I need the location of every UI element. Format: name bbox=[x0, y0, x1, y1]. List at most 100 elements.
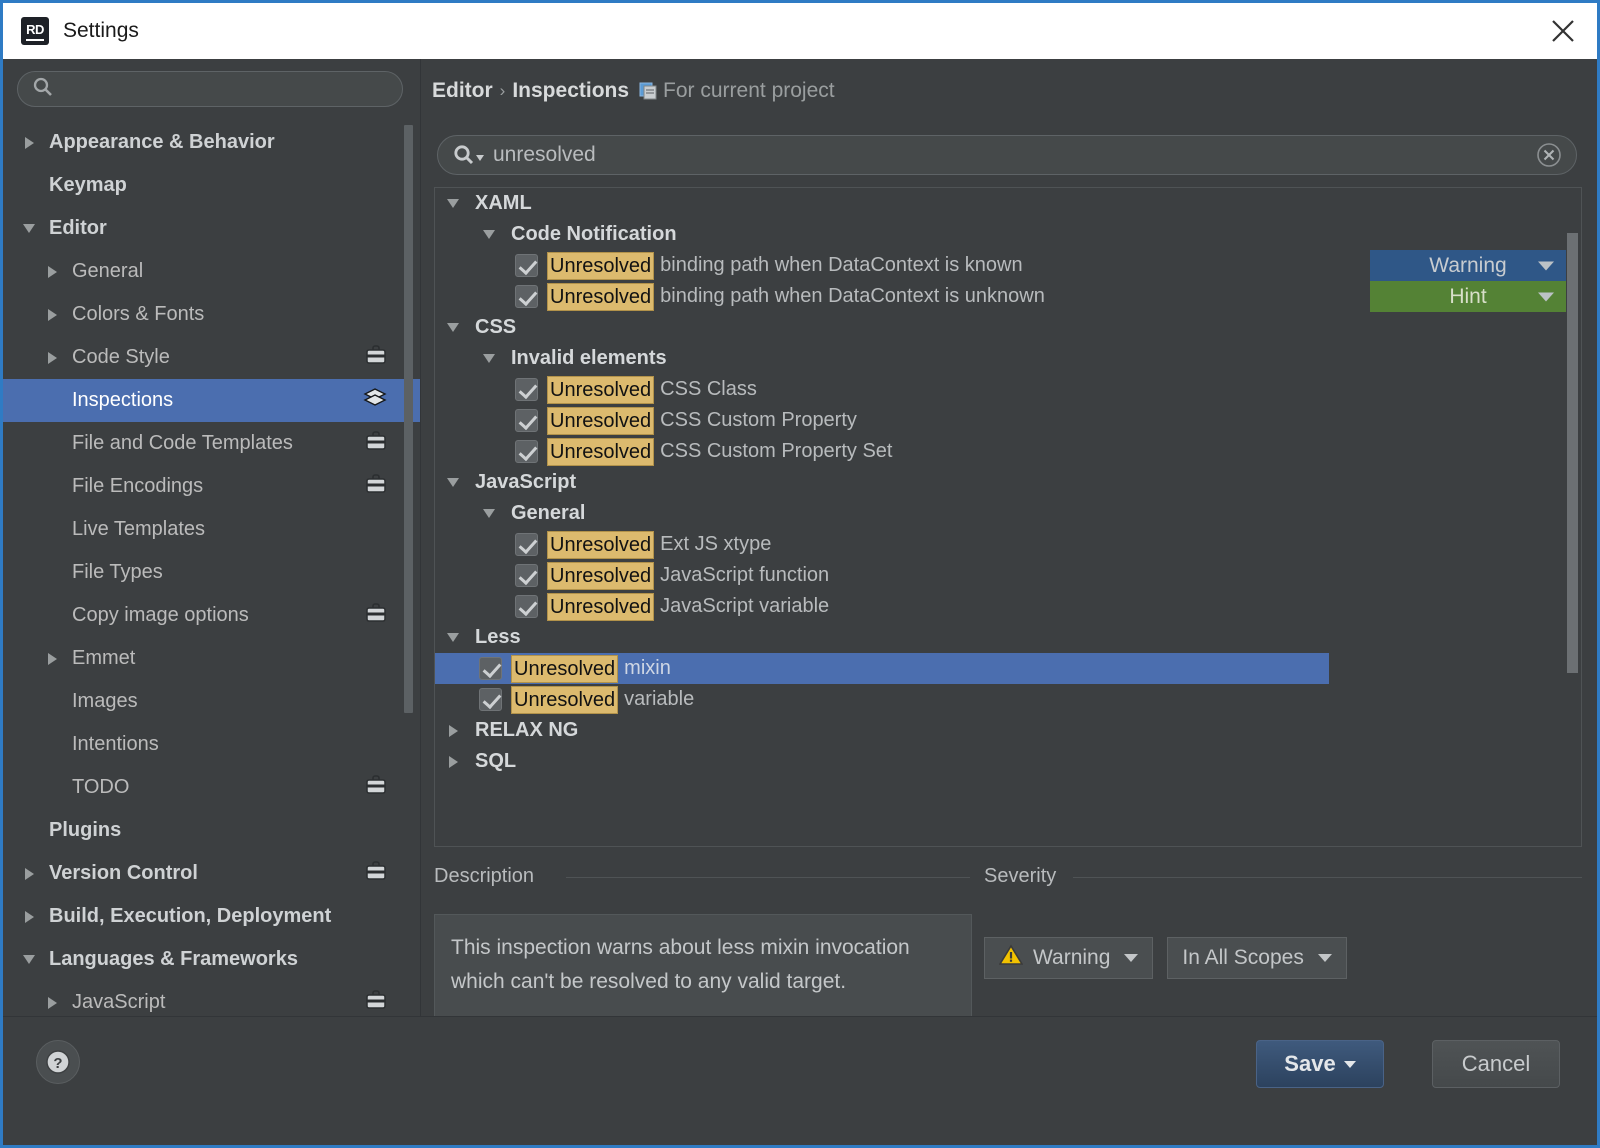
sidebar-item-version-control[interactable]: Version Control bbox=[3, 852, 421, 895]
tree-group-label: Invalid elements bbox=[511, 347, 667, 369]
inspection-search-box[interactable]: unresolved bbox=[437, 135, 1577, 175]
sidebar-item-label: Images bbox=[72, 690, 138, 712]
chevron-down-icon[interactable] bbox=[443, 323, 463, 332]
inspection-checkbox[interactable] bbox=[515, 564, 538, 587]
sidebar-item-plugins[interactable]: Plugins bbox=[3, 809, 421, 852]
cancel-button[interactable]: Cancel bbox=[1432, 1040, 1560, 1088]
search-match-highlight: Unresolved bbox=[547, 375, 655, 404]
sidebar-item-appearance-behavior[interactable]: Appearance & Behavior bbox=[3, 121, 421, 164]
tree-scrollbar-thumb[interactable] bbox=[1567, 233, 1578, 673]
severity-level-dropdown[interactable]: Warning bbox=[984, 937, 1154, 979]
tree-inspection-row[interactable]: Unresolved binding path when DataContext … bbox=[435, 281, 1581, 312]
tree-group-row[interactable]: General bbox=[435, 498, 1581, 529]
chevron-down-icon[interactable] bbox=[443, 199, 463, 208]
chevron-right-icon[interactable] bbox=[44, 307, 60, 323]
sidebar-item-todo[interactable]: TODO bbox=[3, 766, 421, 809]
inspections-tree: XAML Code Notification Unresolved binding p… bbox=[434, 187, 1582, 847]
sidebar-item-editor[interactable]: Editor bbox=[3, 207, 421, 250]
search-options-caret-icon[interactable] bbox=[476, 154, 484, 161]
sidebar-scrollbar[interactable] bbox=[404, 125, 413, 775]
chevron-down-icon[interactable] bbox=[21, 952, 37, 968]
inspection-checkbox[interactable] bbox=[515, 440, 538, 463]
sidebar-item-code-style[interactable]: Code Style bbox=[3, 336, 421, 379]
severity-scope-dropdown[interactable]: In All Scopes bbox=[1167, 937, 1347, 979]
sidebar-item-general[interactable]: General bbox=[3, 250, 421, 293]
close-icon[interactable] bbox=[1543, 11, 1583, 51]
inspection-checkbox[interactable] bbox=[515, 595, 538, 618]
tree-group-row[interactable]: JavaScript bbox=[435, 467, 1581, 498]
tree-group-row[interactable]: CSS bbox=[435, 312, 1581, 343]
clear-icon[interactable] bbox=[1536, 142, 1562, 168]
tree-group-row[interactable]: SQL bbox=[435, 746, 1581, 777]
tree-inspection-row[interactable]: Unresolved JavaScript function bbox=[435, 560, 1581, 591]
search-input-value[interactable]: unresolved bbox=[493, 143, 596, 167]
chevron-right-icon[interactable] bbox=[44, 995, 60, 1011]
inspection-checkbox[interactable] bbox=[515, 285, 538, 308]
sidebar-item-build-execution-deployment[interactable]: Build, Execution, Deployment bbox=[3, 895, 421, 938]
chevron-down-icon[interactable] bbox=[443, 633, 463, 642]
severity-dropdown[interactable]: Warning bbox=[1370, 250, 1566, 281]
sidebar-item-intentions[interactable]: Intentions bbox=[3, 723, 421, 766]
breadcrumb-root[interactable]: Editor bbox=[432, 79, 493, 103]
tree-inspection-row[interactable]: Unresolved Ext JS xtype bbox=[435, 529, 1581, 560]
sidebar-item-file-types[interactable]: File Types bbox=[3, 551, 421, 594]
tree-inspection-row[interactable]: Unresolved CSS Class bbox=[435, 374, 1581, 405]
help-button[interactable]: ? bbox=[36, 1040, 80, 1084]
chevron-right-icon[interactable] bbox=[443, 755, 463, 768]
save-button[interactable]: Save bbox=[1256, 1040, 1384, 1088]
tree-group-row[interactable]: RELAX NG bbox=[435, 715, 1581, 746]
chevron-right-icon[interactable] bbox=[44, 350, 60, 366]
sidebar-item-inspections[interactable]: Inspections bbox=[3, 379, 421, 422]
tree-inspection-row[interactable]: Unresolved variable bbox=[435, 684, 1581, 715]
copy-profile-icon[interactable] bbox=[638, 81, 658, 101]
tree-group-row[interactable]: Code Notification bbox=[435, 219, 1581, 250]
chevron-down-icon[interactable] bbox=[479, 230, 499, 239]
sidebar-item-colors-fonts[interactable]: Colors & Fonts bbox=[3, 293, 421, 336]
tree-group-row[interactable]: Less bbox=[435, 622, 1581, 653]
breadcrumb-separator: › bbox=[499, 81, 506, 100]
inspection-checkbox[interactable] bbox=[515, 254, 538, 277]
sidebar-item-emmet[interactable]: Emmet bbox=[3, 637, 421, 680]
tree-inspection-row[interactable]: Unresolved CSS Custom Property Set bbox=[435, 436, 1581, 467]
sidebar-item-file-encodings[interactable]: File Encodings bbox=[3, 465, 421, 508]
inspection-checkbox[interactable] bbox=[479, 688, 502, 711]
sidebar-item-languages-frameworks[interactable]: Languages & Frameworks bbox=[3, 938, 421, 981]
chevron-right-icon[interactable] bbox=[21, 135, 37, 151]
sidebar-item-copy-image-options[interactable]: Copy image options bbox=[3, 594, 421, 637]
sidebar-item-javascript[interactable]: JavaScript bbox=[3, 981, 421, 1016]
chevron-down-icon[interactable] bbox=[21, 221, 37, 237]
tree-scrollbar[interactable] bbox=[1567, 191, 1578, 843]
chevron-down-icon[interactable] bbox=[443, 478, 463, 487]
settings-window: RD Settings Appearance & Behavior Keymap E… bbox=[0, 0, 1600, 1148]
tree-group-row[interactable]: Invalid elements bbox=[435, 343, 1581, 374]
tree-inspection-row[interactable]: Unresolved CSS Custom Property bbox=[435, 405, 1581, 436]
search-match-highlight: Unresolved bbox=[547, 406, 655, 435]
dialog-footer: ? Save Cancel bbox=[3, 1016, 1597, 1145]
sidebar-item-live-templates[interactable]: Live Templates bbox=[3, 508, 421, 551]
sidebar-item-file-and-code-templates[interactable]: File and Code Templates bbox=[3, 422, 421, 465]
inspection-name: mixin bbox=[624, 657, 671, 679]
inspection-checkbox[interactable] bbox=[479, 657, 502, 680]
chevron-right-icon[interactable] bbox=[21, 909, 37, 925]
chevron-down-icon[interactable] bbox=[479, 354, 499, 363]
chevron-right-icon[interactable] bbox=[443, 724, 463, 737]
search-match-highlight: Unresolved bbox=[547, 437, 655, 466]
tree-inspection-row[interactable]: Unresolved mixin bbox=[435, 653, 1329, 684]
sidebar-item-images[interactable]: Images bbox=[3, 680, 421, 723]
sidebar-search-input[interactable] bbox=[17, 71, 403, 107]
sidebar-scrollbar-thumb[interactable] bbox=[404, 125, 413, 713]
sidebar-item-keymap[interactable]: Keymap bbox=[3, 164, 421, 207]
search-match-highlight: Unresolved bbox=[547, 251, 655, 280]
tree-inspection-row[interactable]: Unresolved JavaScript variable bbox=[435, 591, 1581, 622]
chevron-right-icon[interactable] bbox=[44, 264, 60, 280]
inspection-checkbox[interactable] bbox=[515, 409, 538, 432]
inspection-checkbox[interactable] bbox=[515, 378, 538, 401]
chevron-right-icon[interactable] bbox=[44, 651, 60, 667]
chevron-right-icon[interactable] bbox=[21, 866, 37, 882]
tree-group-row[interactable]: XAML bbox=[435, 188, 1581, 219]
severity-dropdown[interactable]: Hint bbox=[1370, 281, 1566, 312]
inspection-checkbox[interactable] bbox=[515, 533, 538, 556]
chevron-down-icon[interactable] bbox=[479, 509, 499, 518]
tree-inspection-row[interactable]: Unresolved binding path when DataContext … bbox=[435, 250, 1581, 281]
briefcase-icon bbox=[365, 774, 387, 802]
